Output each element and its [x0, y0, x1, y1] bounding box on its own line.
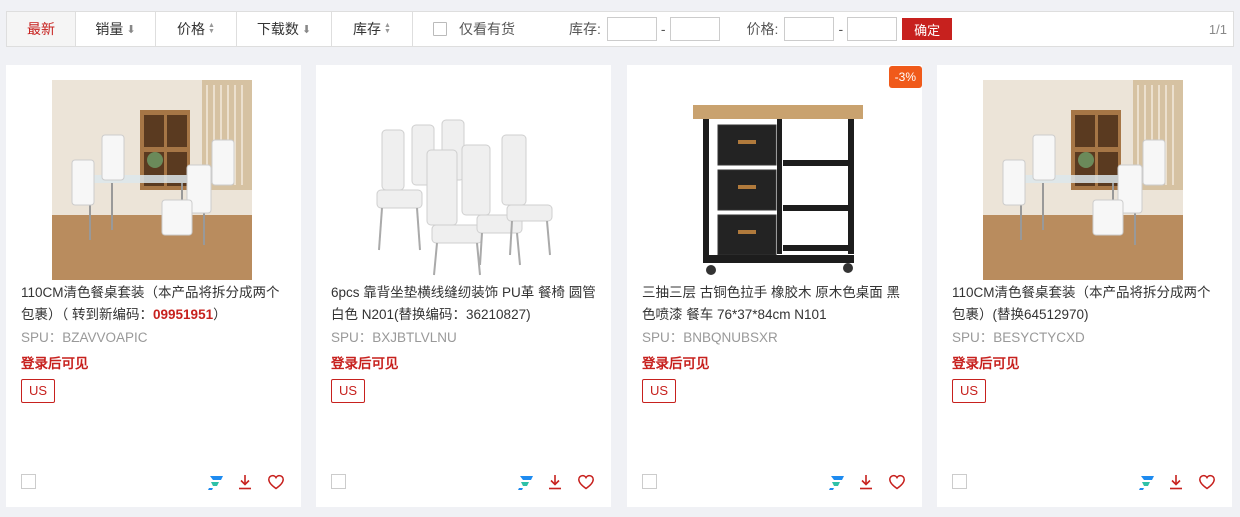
channel-f-icon[interactable]: [1136, 471, 1158, 493]
sort-filter-toolbar: 最新 销量 ⬇ 价格 ▲ ▼ 下载数 ⬇ 库存 ▲ ▼ 仅看有货 库存: - 价格:…: [6, 11, 1234, 47]
page-indicator: 1/1: [1208, 21, 1227, 37]
discount-badge: -3%: [888, 66, 922, 88]
spu-label: SPU：: [21, 330, 63, 345]
price-login-note: 登录后可见: [952, 356, 1020, 371]
product-title[interactable]: 110CM清色餐桌套装（本产品将拆分成两个包裹）(替换64512970): [952, 282, 1218, 326]
favorite-heart-icon[interactable]: [886, 471, 908, 493]
channel-f-icon[interactable]: [205, 471, 227, 493]
confirm-button[interactable]: 确定: [902, 18, 953, 40]
new-code-link[interactable]: 09951951: [153, 307, 213, 322]
region-tag: US: [952, 379, 987, 403]
sort-stock-button[interactable]: 库存 ▲ ▼: [332, 12, 413, 46]
region-tag: US: [21, 379, 56, 403]
download-icon[interactable]: [1165, 471, 1187, 493]
spu-value: BESYCTYCXD: [993, 330, 1085, 345]
product-image[interactable]: [52, 80, 252, 280]
download-icon[interactable]: [234, 471, 256, 493]
favorite-heart-icon[interactable]: [265, 471, 287, 493]
download-icon[interactable]: [544, 471, 566, 493]
download-icon[interactable]: [855, 471, 877, 493]
product-title-end: ）: [213, 307, 227, 322]
spu-label: SPU：: [952, 330, 994, 345]
spu-label: SPU：: [642, 330, 684, 345]
sort-downloads-button[interactable]: 下载数 ⬇: [237, 12, 332, 46]
select-checkbox[interactable]: [952, 474, 967, 489]
price-login-note: 登录后可见: [331, 356, 399, 371]
product-image[interactable]: [983, 80, 1183, 280]
price-login-note: 登录后可见: [642, 356, 710, 371]
sort-latest-label: 最新: [27, 21, 55, 37]
product-title-text: 110CM清色餐桌套装（本产品将拆分成两个包裹）（ 转到新编码：: [21, 285, 280, 322]
channel-f-icon[interactable]: [826, 471, 848, 493]
product-spu: SPU：BXJBTLVLNU: [331, 326, 457, 346]
favorite-heart-icon[interactable]: [1196, 471, 1218, 493]
stock-max-input[interactable]: [669, 17, 720, 41]
in-stock-filter[interactable]: 仅看有货: [433, 19, 515, 39]
product-image[interactable]: [673, 80, 873, 280]
sort-sales-button[interactable]: 销量 ⬇: [76, 12, 156, 46]
stock-range-dash: -: [660, 21, 666, 37]
sort-updown-icon: ▲ ▼: [384, 22, 391, 35]
sort-price-label: 价格: [177, 21, 206, 37]
arrow-down-icon: ⬇: [126, 23, 136, 36]
spu-value: BZAVVOAPIC: [62, 330, 148, 345]
select-checkbox[interactable]: [642, 474, 657, 489]
region-tag: US: [331, 379, 366, 403]
sort-sales-label: 销量: [95, 21, 124, 37]
product-card[interactable]: -3% 三抽三层 古铜色拉手 橡胶木 原木色桌面 黑色喷漆 餐车 76*37*8…: [627, 65, 922, 507]
sort-latest-button[interactable]: 最新: [7, 12, 76, 46]
product-card[interactable]: 110CM清色餐桌套装（本产品将拆分成两个包裹）(替换64512970) SPU…: [937, 65, 1232, 507]
in-stock-checkbox[interactable]: [433, 22, 447, 36]
sort-stock-label: 库存: [353, 21, 382, 37]
in-stock-label: 仅看有货: [459, 21, 515, 37]
price-range-label: 价格:: [746, 21, 779, 37]
arrow-down-icon: ⬇: [301, 23, 312, 36]
product-title[interactable]: 三抽三层 古铜色拉手 橡胶木 原木色桌面 黑色喷漆 餐车 76*37*84cm …: [642, 282, 908, 326]
product-spu: SPU：BZAVVOAPIC: [21, 326, 148, 346]
product-spu: SPU：BNBQNUBSXR: [642, 326, 778, 346]
channel-f-icon[interactable]: [515, 471, 537, 493]
product-card[interactable]: 110CM清色餐桌套装（本产品将拆分成两个包裹）（ 转到新编码：09951951…: [6, 65, 301, 507]
product-card[interactable]: 6pcs 靠背坐垫横线缝纫装饰 PU革 餐椅 圆管 白色 N201(替换编码：3…: [316, 65, 611, 507]
product-title[interactable]: 6pcs 靠背坐垫横线缝纫装饰 PU革 餐椅 圆管 白色 N201(替换编码：3…: [331, 282, 597, 326]
sort-downloads-label: 下载数: [256, 21, 299, 37]
stock-min-input[interactable]: [606, 17, 657, 41]
product-title[interactable]: 110CM清色餐桌套装（本产品将拆分成两个包裹）（ 转到新编码：09951951…: [21, 282, 287, 326]
price-range-dash: -: [838, 21, 844, 37]
price-max-input[interactable]: [847, 17, 898, 41]
product-image[interactable]: [362, 80, 562, 280]
favorite-heart-icon[interactable]: [575, 471, 597, 493]
sort-price-button[interactable]: 价格 ▲ ▼: [156, 12, 237, 46]
spu-value: BXJBTLVLNU: [372, 330, 457, 345]
spu-value: BNBQNUBSXR: [683, 330, 778, 345]
stock-range-label: 库存:: [569, 21, 601, 37]
region-tag: US: [642, 379, 677, 403]
product-spu: SPU：BESYCTYCXD: [952, 326, 1085, 346]
price-min-input[interactable]: [784, 17, 835, 41]
price-login-note: 登录后可见: [21, 356, 89, 371]
spu-label: SPU：: [331, 330, 373, 345]
select-checkbox[interactable]: [21, 474, 36, 489]
select-checkbox[interactable]: [331, 474, 346, 489]
sort-updown-icon: ▲ ▼: [208, 22, 215, 35]
